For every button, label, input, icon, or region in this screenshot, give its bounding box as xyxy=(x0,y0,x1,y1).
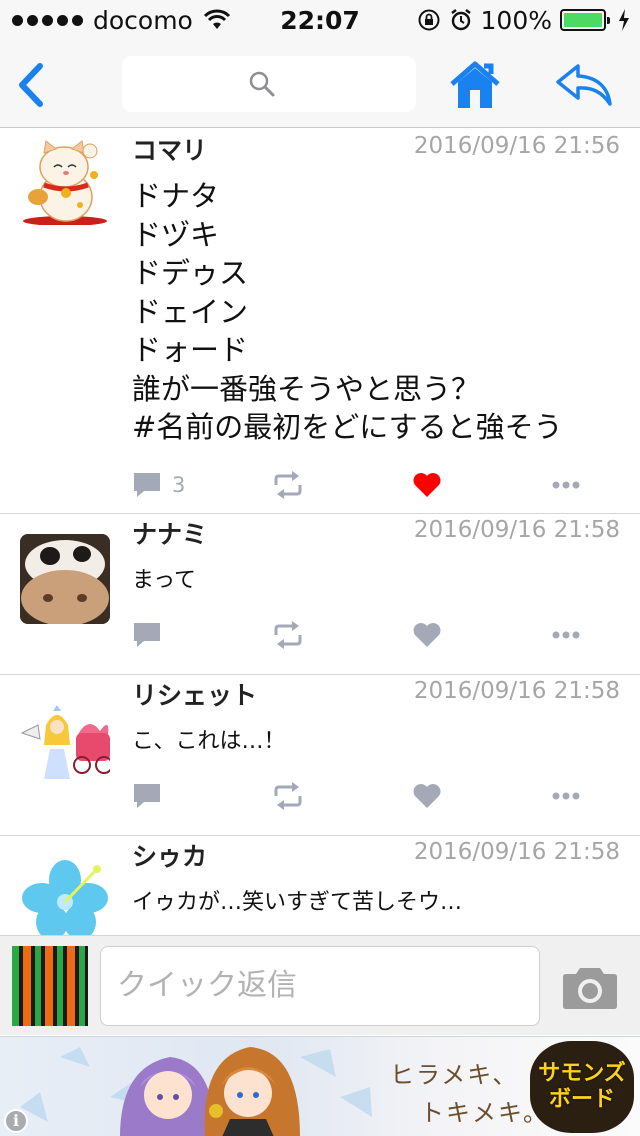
charging-icon xyxy=(619,9,629,31)
chevron-left-icon xyxy=(19,63,43,107)
reply-action-button[interactable]: 3 xyxy=(132,467,185,503)
avatar[interactable] xyxy=(20,695,110,785)
tweet-text: まって xyxy=(132,568,197,593)
search-icon xyxy=(249,71,275,97)
retweet-icon xyxy=(274,782,302,810)
user-name[interactable]: コマリ xyxy=(132,131,207,167)
tweet-item[interactable]: シゥカ 2016/09/16 21:58 イゥカが…笑いすぎて苦しそウ… xyxy=(0,836,640,935)
camera-icon xyxy=(563,968,617,1009)
reply-arrow-icon xyxy=(556,64,612,106)
comment-icon xyxy=(134,784,160,808)
retweet-button[interactable] xyxy=(272,617,304,653)
retweet-icon xyxy=(274,621,302,649)
my-avatar[interactable] xyxy=(12,946,88,1026)
heart-icon xyxy=(413,473,441,497)
search-field[interactable] xyxy=(122,56,416,112)
user-name[interactable]: ナナミ xyxy=(132,515,207,551)
navigation-bar xyxy=(0,40,640,128)
user-name[interactable]: シゥカ xyxy=(132,837,207,873)
tweet-date: 2016/09/16 21:58 xyxy=(413,517,620,543)
battery-percent: 100% xyxy=(480,5,552,35)
orientation-lock-icon xyxy=(418,9,440,31)
tweet-date: 2016/09/16 21:56 xyxy=(413,133,620,159)
banner-tagline-1: ヒラメキ、 xyxy=(390,1061,519,1089)
game-logo-line-1: サモンズ xyxy=(538,1061,626,1086)
info-icon[interactable]: i xyxy=(4,1109,28,1133)
quick-reply-bar xyxy=(0,935,640,1035)
tweet-item[interactable]: リシェット 2016/09/16 21:58 こ、これは…！ xyxy=(0,675,640,836)
tweet-actions xyxy=(132,778,620,814)
reply-action-button[interactable] xyxy=(132,778,172,814)
alarm-icon xyxy=(450,9,471,31)
like-button[interactable] xyxy=(412,778,442,814)
retweet-button[interactable] xyxy=(272,467,304,503)
more-options-button[interactable] xyxy=(552,467,580,503)
like-button[interactable] xyxy=(412,617,442,653)
hibiscus-avatar-image xyxy=(20,856,110,935)
anime-characters-illustration xyxy=(20,1047,372,1136)
retweet-button[interactable] xyxy=(272,778,304,814)
avatar[interactable] xyxy=(20,856,110,935)
home-button[interactable] xyxy=(448,60,502,110)
ellipsis-icon xyxy=(552,631,580,639)
home-icon xyxy=(450,61,500,108)
tweet-actions: 3 xyxy=(132,467,620,503)
game-logo: サモンズ ボード xyxy=(530,1041,634,1133)
tweet-item[interactable]: ナナミ 2016/09/16 21:58 まって xyxy=(0,514,640,675)
reply-button[interactable] xyxy=(554,62,614,108)
quick-reply-input[interactable] xyxy=(100,946,540,1026)
timeline[interactable]: コマリ 2016/09/16 21:56 ドナタ ドヅキ ドデゥス ドェイン ド… xyxy=(0,129,640,935)
reply-count: 3 xyxy=(172,473,186,497)
tweet-text: ドナタ ドヅキ ドデゥス ドェイン ドォード 誰が一番強そうやと思う？ #名前の… xyxy=(132,179,563,444)
heart-icon xyxy=(413,784,441,808)
tweet-text: イゥカが…笑いすぎて苦しそウ… xyxy=(132,890,463,915)
comment-icon xyxy=(134,623,160,647)
reply-action-button[interactable] xyxy=(132,617,172,653)
tweet-item[interactable]: コマリ 2016/09/16 21:56 ドナタ ドヅキ ドデゥス ドェイン ド… xyxy=(0,129,640,514)
more-options-button[interactable] xyxy=(552,617,580,653)
cow-avatar-image xyxy=(20,534,110,624)
camera-button[interactable] xyxy=(562,964,618,1010)
battery-icon xyxy=(560,9,610,31)
ad-banner[interactable]: ヒラメキ、 トキメキ。 サモンズ ボード i xyxy=(0,1036,640,1136)
ellipsis-icon xyxy=(552,481,580,489)
avatar[interactable] xyxy=(20,135,110,225)
avatar[interactable] xyxy=(20,534,110,624)
more-options-button[interactable] xyxy=(552,778,580,814)
tweet-date: 2016/09/16 21:58 xyxy=(413,678,620,704)
status-right: 100% xyxy=(417,5,630,35)
tweet-text: こ、これは…！ xyxy=(132,729,286,754)
game-logo-line-2: ボード xyxy=(548,1087,615,1112)
retweet-icon xyxy=(274,471,302,499)
back-button[interactable] xyxy=(12,60,52,110)
tweet-date: 2016/09/16 21:58 xyxy=(413,839,620,865)
comment-icon xyxy=(134,473,160,497)
lucky-cat-avatar-image xyxy=(23,140,107,225)
like-button[interactable] xyxy=(412,467,442,503)
user-name[interactable]: リシェット xyxy=(132,676,257,712)
princess-carriage-avatar-image xyxy=(20,695,110,785)
status-bar: docomo 22:07 100% xyxy=(0,0,640,40)
ellipsis-icon xyxy=(552,792,580,800)
heart-icon xyxy=(413,623,441,647)
striped-avatar-image xyxy=(12,946,88,1026)
tweet-actions xyxy=(132,617,620,653)
